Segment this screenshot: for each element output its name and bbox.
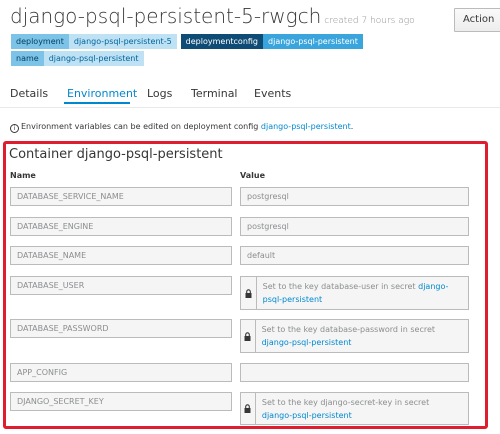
actions-button[interactable]: Action <box>454 8 500 32</box>
env-secret-value[interactable]: Set to the key database-password in secr… <box>240 319 469 353</box>
label-deployment[interactable]: deployment django-psql-persistent-5 <box>11 34 177 49</box>
tab-bar: Details Environment Logs Terminal Events <box>0 82 500 106</box>
tabs-divider <box>0 107 500 108</box>
container-title: Container django-psql-persistent <box>9 147 223 162</box>
label-value[interactable]: django-psql-persistent-5 <box>68 34 177 49</box>
notice-suffix: . <box>350 122 354 131</box>
label-key[interactable]: name <box>11 51 44 66</box>
lock-icon <box>241 320 256 352</box>
label-key[interactable]: deployment <box>11 34 69 49</box>
secret-description: Set to the key database-password in secr… <box>261 325 436 334</box>
secret-link[interactable]: django-psql-persistent <box>262 411 352 420</box>
env-value-field[interactable]: default <box>240 246 469 265</box>
notice-text: Environment variables can be edited on d… <box>21 122 261 131</box>
label-key[interactable]: deploymentconfig <box>180 34 264 49</box>
tab-logs[interactable]: Logs <box>147 87 172 100</box>
secret-link[interactable]: django-psql-persistent <box>262 338 352 347</box>
edit-notice: i Environment variables can be edited on … <box>10 122 353 133</box>
env-value-field[interactable]: postgresql <box>240 217 469 236</box>
label-value[interactable]: django-psql-persistent <box>43 51 144 66</box>
deployment-config-link[interactable]: django-psql-persistent <box>261 122 351 131</box>
env-secret-value[interactable]: Set to the key django-secret-key in secr… <box>240 392 469 425</box>
label-deploymentconfig[interactable]: deploymentconfig django-psql-persistent <box>180 34 363 49</box>
label-name[interactable]: name django-psql-persistent <box>11 51 144 66</box>
page-title: django-psql-persistent-5-rwgch created 7 … <box>10 4 415 28</box>
tab-environment[interactable]: Environment <box>67 87 137 100</box>
labels-list: deployment django-psql-persistent-5 depl… <box>11 34 401 68</box>
env-name-field[interactable]: DATABASE_PASSWORD <box>10 319 232 338</box>
name-column-header: Name <box>10 171 36 180</box>
info-icon: i <box>10 124 19 133</box>
secret-description: Set to the key django-secret-key in secr… <box>261 398 430 407</box>
lock-icon <box>241 393 256 424</box>
env-value-field[interactable]: postgresql <box>240 187 469 206</box>
pod-name: django-psql-persistent-5-rwgch <box>10 4 322 28</box>
env-name-field[interactable]: DATABASE_SERVICE_NAME <box>10 187 232 206</box>
secret-description: Set to the key database-user in secret <box>262 282 419 291</box>
lock-icon <box>241 277 257 309</box>
env-name-field[interactable]: DJANGO_SECRET_KEY <box>10 392 232 411</box>
env-secret-value[interactable]: Set to the key database-user in secret d… <box>240 276 469 310</box>
tab-terminal[interactable]: Terminal <box>191 87 238 100</box>
created-timestamp: created 7 hours ago <box>324 16 415 26</box>
env-name-field[interactable]: DATABASE_USER <box>10 276 232 295</box>
active-tab-indicator <box>64 102 130 104</box>
tab-events[interactable]: Events <box>254 87 291 100</box>
label-value[interactable]: django-psql-persistent <box>263 34 363 49</box>
env-name-field[interactable]: DATABASE_ENGINE <box>10 217 232 236</box>
tab-details[interactable]: Details <box>10 87 48 100</box>
env-name-field[interactable]: APP_CONFIG <box>10 363 232 382</box>
env-name-field[interactable]: DATABASE_NAME <box>10 246 232 265</box>
value-column-header: Value <box>240 171 266 180</box>
env-value-field[interactable] <box>240 363 469 382</box>
